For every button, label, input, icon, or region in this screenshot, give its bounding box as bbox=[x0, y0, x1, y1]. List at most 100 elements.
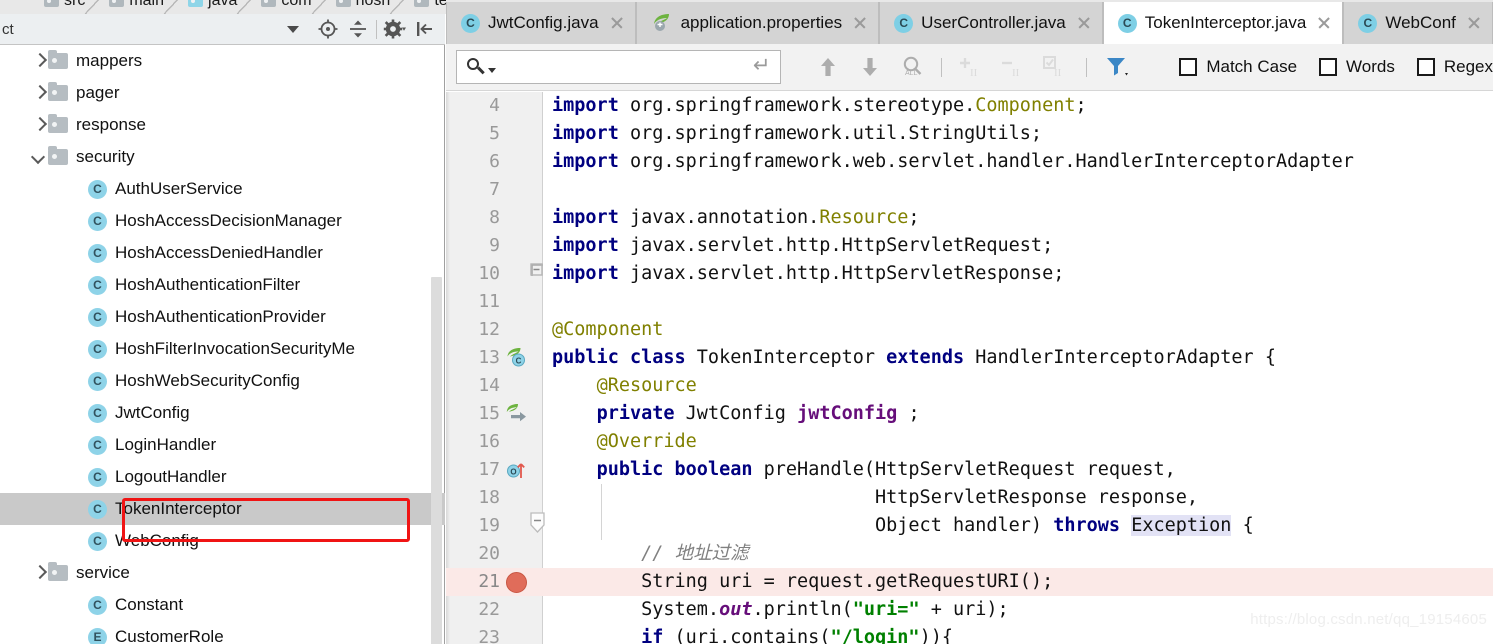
breadcrumb-item-java[interactable]: java bbox=[188, 0, 262, 14]
tree-item-webconfig[interactable]: C WebConfig bbox=[0, 525, 445, 557]
code-line-13[interactable]: 13 Cpublic class TokenInterceptor extends… bbox=[446, 344, 1493, 372]
find-all-icon[interactable]: ALL bbox=[891, 47, 933, 87]
code-line-23[interactable]: 23 if (uri.contains("/login")){ bbox=[446, 624, 1493, 644]
tree-item-hoshwebsecurityconfig[interactable]: C HoshWebSecurityConfig bbox=[0, 365, 445, 397]
java-folder-icon bbox=[188, 0, 204, 7]
editor-tab-jwtconfig-java[interactable]: C JwtConfig.java bbox=[446, 2, 636, 44]
code-line-9[interactable]: 9 import javax.servlet.http.HttpServletRe… bbox=[446, 232, 1493, 260]
code-line-20[interactable]: 20 // 地址过滤 bbox=[446, 540, 1493, 568]
tree-item-loginhandler[interactable]: C LoginHandler bbox=[0, 429, 445, 461]
code-line-12[interactable]: 12 @Component bbox=[446, 316, 1493, 344]
overrides-method-icon[interactable]: O bbox=[506, 459, 528, 481]
close-icon[interactable] bbox=[852, 15, 868, 31]
editor-tab-application-properties[interactable]: application.properties bbox=[635, 2, 880, 44]
tree-expand-arrow-icon[interactable] bbox=[30, 84, 48, 102]
find-previous-icon[interactable] bbox=[807, 47, 849, 87]
tree-item-hoshauthenticationfilter[interactable]: C HoshAuthenticationFilter bbox=[0, 269, 445, 301]
spring-autowired-icon[interactable] bbox=[506, 403, 528, 425]
tree-item-security[interactable]: security bbox=[0, 141, 445, 173]
code-fold-marker-icon[interactable] bbox=[529, 512, 546, 534]
code-editor[interactable]: 4 import org.springframework.stereotype.C… bbox=[446, 92, 1493, 644]
tree-item-hoshfilterinvocationsecurityme[interactable]: C HoshFilterInvocationSecurityMe bbox=[0, 333, 445, 365]
tree-item-constant[interactable]: C Constant bbox=[0, 589, 445, 621]
code-line-6[interactable]: 6 import org.springframework.web.servlet.… bbox=[446, 148, 1493, 176]
tree-item-authuserservice[interactable]: C AuthUserService bbox=[0, 173, 445, 205]
folder-icon bbox=[335, 0, 351, 7]
spring-bean-class-icon[interactable]: C bbox=[506, 347, 528, 369]
tree-item-customerrole[interactable]: E CustomerRole bbox=[0, 621, 445, 644]
words-checkbox[interactable]: Words bbox=[1319, 57, 1395, 77]
gear-icon[interactable] bbox=[380, 15, 410, 43]
code-line-4[interactable]: 4 import org.springframework.stereotype.C… bbox=[446, 92, 1493, 120]
breadcrumb-item-main[interactable]: main bbox=[109, 0, 189, 14]
tree-expand-arrow-icon[interactable] bbox=[30, 116, 48, 134]
code-line-14[interactable]: 14 @Resource bbox=[446, 372, 1493, 400]
code-line-15[interactable]: 15 private JwtConfig jwtConfig ; bbox=[446, 400, 1493, 428]
match-case-checkbox[interactable]: Match Case bbox=[1179, 57, 1297, 77]
find-divider-2 bbox=[1086, 57, 1088, 77]
chevron-down-icon[interactable] bbox=[287, 25, 299, 33]
tree-item-service[interactable]: service bbox=[0, 557, 445, 589]
tree-item-response[interactable]: response bbox=[0, 109, 445, 141]
search-history-dropdown-icon[interactable] bbox=[488, 67, 496, 73]
checkbox-box[interactable] bbox=[1319, 58, 1338, 76]
search-input[interactable] bbox=[496, 58, 751, 76]
tree-expand-arrow-icon[interactable] bbox=[30, 52, 48, 70]
close-icon[interactable] bbox=[1466, 15, 1482, 31]
tree-item-jwtconfig[interactable]: C JwtConfig bbox=[0, 397, 445, 429]
tree-item-label: WebConfig bbox=[115, 531, 199, 550]
find-next-icon[interactable] bbox=[849, 47, 891, 87]
close-icon[interactable] bbox=[609, 15, 625, 31]
breadcrumb-item-hosh[interactable]: hosh bbox=[335, 0, 415, 14]
tree-expand-arrow-icon[interactable] bbox=[30, 564, 48, 582]
breadcrumb-item-com[interactable]: com bbox=[261, 0, 336, 14]
remove-selection-icon[interactable]: II bbox=[992, 47, 1034, 87]
code-line-8[interactable]: 8 import javax.annotation.Resource; bbox=[446, 204, 1493, 232]
code-line-7[interactable]: 7 bbox=[446, 176, 1493, 204]
code-line-19[interactable]: 19 Object handler) throws Exception { bbox=[446, 512, 1493, 540]
line-number: 17 bbox=[478, 459, 500, 480]
line-number: 14 bbox=[478, 375, 500, 396]
code-fold-end-icon[interactable] bbox=[529, 262, 546, 284]
code-line-17[interactable]: 17 O public boolean preHandle(HttpServlet… bbox=[446, 456, 1493, 484]
search-field[interactable] bbox=[456, 50, 782, 84]
code-line-10[interactable]: 10 import javax.servlet.http.HttpServletR… bbox=[446, 260, 1493, 288]
project-tree-scrollbar[interactable] bbox=[429, 45, 443, 644]
tree-item-mappers[interactable]: mappers bbox=[0, 45, 445, 77]
editor-tab-webconf[interactable]: C WebConf bbox=[1343, 2, 1493, 44]
editor-tab-usercontroller-java[interactable]: C UserController.java bbox=[879, 2, 1103, 44]
close-icon[interactable] bbox=[1076, 15, 1092, 31]
editor-tab-tokeninterceptor-java[interactable]: C TokenInterceptor.java bbox=[1102, 2, 1344, 44]
breadcrumb-separator bbox=[311, 0, 336, 14]
tree-item-pager[interactable]: pager bbox=[0, 77, 445, 109]
regex-checkbox[interactable]: Regex bbox=[1416, 57, 1493, 77]
close-icon[interactable] bbox=[1316, 15, 1332, 31]
tree-item-logouthandler[interactable]: C LogoutHandler bbox=[0, 461, 445, 493]
code-line-21[interactable]: 21 String uri = request.getRequestURI(); bbox=[446, 568, 1493, 596]
code-line-18[interactable]: 18 HttpServletResponse response, bbox=[446, 484, 1493, 512]
collapse-all-icon[interactable] bbox=[343, 15, 373, 43]
scrollbar-thumb[interactable] bbox=[431, 277, 442, 644]
project-tree[interactable]: mappers pager response security C AuthUserSer… bbox=[0, 45, 445, 644]
add-selection-icon[interactable]: II bbox=[950, 47, 992, 87]
code-line-22[interactable]: 22 System.out.println("uri=" + uri); bbox=[446, 596, 1493, 624]
checkbox-box[interactable] bbox=[1416, 58, 1435, 76]
code-line-5[interactable]: 5 import org.springframework.util.StringU… bbox=[446, 120, 1493, 148]
tree-item-tokeninterceptor[interactable]: C TokenInterceptor bbox=[0, 493, 445, 525]
tree-expand-arrow-icon[interactable] bbox=[30, 148, 48, 166]
select-all-occurrences-icon[interactable]: II bbox=[1034, 47, 1076, 87]
breadcrumb-item-src[interactable]: src bbox=[44, 0, 110, 14]
tree-item-hoshaccessdeniedhandler[interactable]: C HoshAccessDeniedHandler bbox=[0, 237, 445, 269]
filter-icon[interactable] bbox=[1097, 47, 1139, 87]
code-line-16[interactable]: 16 @Override bbox=[446, 428, 1493, 456]
tree-item-hoshaccessdecisionmanager[interactable]: C HoshAccessDecisionManager bbox=[0, 205, 445, 237]
code-line-11[interactable]: 11 bbox=[446, 288, 1493, 316]
breakpoint-icon[interactable] bbox=[506, 572, 527, 593]
checkbox-box[interactable] bbox=[1179, 58, 1198, 76]
editor-tab-bar[interactable]: C JwtConfig.java application.properties C Us… bbox=[446, 0, 1493, 44]
line-number: 10 bbox=[478, 263, 500, 284]
locate-icon[interactable] bbox=[313, 15, 343, 43]
hide-icon[interactable] bbox=[410, 15, 440, 43]
tree-item-hoshauthenticationprovider[interactable]: C HoshAuthenticationProvider bbox=[0, 301, 445, 333]
project-title-dropdown[interactable]: ct bbox=[0, 21, 313, 38]
